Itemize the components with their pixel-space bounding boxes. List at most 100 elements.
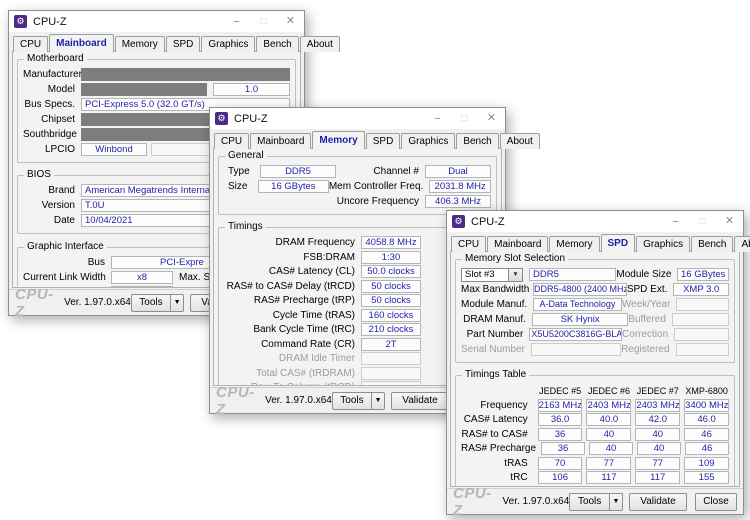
- serial-number-label: Serial Number: [461, 344, 531, 355]
- close-icon[interactable]: ✕: [478, 108, 505, 129]
- module-manuf-label: Module Manuf.: [461, 299, 533, 310]
- slot-select[interactable]: Slot #3▼: [461, 268, 523, 282]
- close-icon[interactable]: ✕: [716, 211, 743, 232]
- timing-value: 50 clocks: [361, 294, 421, 307]
- tools-button[interactable]: Tools: [332, 392, 371, 410]
- version-text: Ver. 1.97.0.x64: [503, 496, 570, 507]
- uncore-frequency-value: 406.3 MHz: [425, 195, 491, 208]
- tab-bench[interactable]: Bench: [691, 236, 733, 252]
- table-row: RAS# Precharge36404046: [461, 442, 729, 455]
- tab-graphics[interactable]: Graphics: [636, 236, 690, 252]
- tab-cpu[interactable]: CPU: [451, 236, 486, 252]
- row-label: tRAS: [461, 458, 534, 469]
- window-title: CPU-Z: [471, 216, 662, 228]
- tools-dropdown-icon[interactable]: ▼: [170, 294, 184, 312]
- timing-label: Command Rate (CR): [224, 339, 361, 350]
- tab-bar: CPU Mainboard Memory SPD Graphics Bench …: [9, 32, 304, 52]
- graphic-interface-group-label: Graphic Interface: [24, 241, 107, 252]
- tab-spd[interactable]: SPD: [166, 36, 201, 52]
- tab-bench[interactable]: Bench: [256, 36, 298, 52]
- timing-value-empty: [361, 381, 421, 386]
- gi-bus-label: Bus: [23, 257, 111, 268]
- tab-cpu[interactable]: CPU: [13, 36, 48, 52]
- bus-specs-label: Bus Specs.: [23, 99, 81, 110]
- tools-button[interactable]: Tools: [131, 294, 170, 312]
- table-row: tRC106117117155: [461, 471, 729, 484]
- close-button[interactable]: Close: [695, 493, 737, 511]
- column-header: JEDEC #5: [538, 386, 583, 396]
- tab-bar: CPU Mainboard Memory SPD Graphics Bench …: [210, 129, 505, 149]
- titlebar[interactable]: ⚙ CPU-Z – □ ✕: [9, 11, 304, 32]
- titlebar[interactable]: ⚙ CPU-Z – □ ✕: [447, 211, 743, 232]
- module-size-label: Module Size: [616, 269, 677, 280]
- timing-label: FSB:DRAM: [224, 252, 361, 263]
- timing-value-empty: [361, 352, 421, 365]
- cell-value: 155: [684, 471, 729, 484]
- bios-date-label: Date: [23, 215, 81, 226]
- maximize-icon[interactable]: □: [250, 11, 277, 32]
- cell-value: 36: [538, 428, 583, 441]
- minimize-icon[interactable]: –: [662, 211, 689, 232]
- week-year-value-empty: [676, 298, 729, 311]
- uncore-frequency-label: Uncore Frequency: [336, 196, 425, 207]
- cell-empty: [685, 486, 729, 488]
- tab-mainboard[interactable]: Mainboard: [487, 236, 548, 252]
- minimize-icon[interactable]: –: [424, 108, 451, 129]
- timing-label: Bank Cycle Time (tRC): [224, 324, 361, 335]
- cell-value: 46.0: [684, 413, 729, 426]
- timing-value: 50.0 clocks: [361, 265, 421, 278]
- tab-mainboard[interactable]: Mainboard: [49, 34, 114, 52]
- timing-label-disabled: DRAM Idle Timer: [224, 353, 361, 364]
- timing-value: 2T: [361, 338, 421, 351]
- close-icon[interactable]: ✕: [277, 11, 304, 32]
- timing-label-disabled: Total CAS# (tRDRAM): [224, 368, 361, 379]
- timing-label: CAS# Latency (CL): [224, 266, 361, 277]
- tab-about[interactable]: About: [300, 36, 340, 52]
- validate-button[interactable]: Validate: [629, 493, 687, 511]
- tools-button[interactable]: Tools: [569, 493, 609, 511]
- tab-mainboard[interactable]: Mainboard: [250, 133, 311, 149]
- dram-manuf-label: DRAM Manuf.: [461, 314, 532, 325]
- timing-label: DRAM Frequency: [224, 237, 361, 248]
- table-row: tRAS707777109: [461, 457, 729, 470]
- cell-value: 106: [538, 471, 583, 484]
- tab-bench[interactable]: Bench: [456, 133, 498, 149]
- tab-memory[interactable]: Memory: [312, 131, 364, 149]
- validate-button[interactable]: Validate: [391, 392, 449, 410]
- titlebar[interactable]: ⚙ CPU-Z – □ ✕: [210, 108, 505, 129]
- registered-label: Registered: [621, 344, 675, 355]
- table-row: CAS# Latency36.040.042.046.0: [461, 413, 729, 426]
- channel-value: Dual: [425, 165, 491, 178]
- maximize-icon[interactable]: □: [451, 108, 478, 129]
- cpuz-window-spd: ⚙ CPU-Z – □ ✕ CPU Mainboard Memory SPD G…: [446, 210, 744, 515]
- version-text: Ver. 1.97.0.x64: [64, 297, 131, 308]
- southbridge-label: Southbridge: [23, 129, 81, 140]
- registered-value-empty: [676, 343, 729, 356]
- cell-value: 40: [586, 428, 631, 441]
- cpuz-logo: CPU-Z: [453, 485, 495, 519]
- tab-memory[interactable]: Memory: [549, 236, 599, 252]
- cell-value: 40: [635, 428, 680, 441]
- chevron-down-icon[interactable]: ▼: [509, 268, 523, 282]
- maximize-icon[interactable]: □: [689, 211, 716, 232]
- tab-spd[interactable]: SPD: [601, 234, 636, 252]
- tab-about[interactable]: About: [500, 133, 540, 149]
- cell-value: 77: [635, 457, 680, 470]
- cell-value: 70: [538, 457, 583, 470]
- mem-size-value: 16 GBytes: [258, 180, 329, 193]
- cell-value: 117: [586, 471, 631, 484]
- tab-about[interactable]: About: [734, 236, 750, 252]
- model-redacted-bar: [81, 83, 207, 96]
- tab-graphics[interactable]: Graphics: [201, 36, 255, 52]
- tab-memory[interactable]: Memory: [115, 36, 165, 52]
- cpuz-app-icon: ⚙: [452, 215, 465, 228]
- tab-graphics[interactable]: Graphics: [401, 133, 455, 149]
- tools-dropdown-icon[interactable]: ▼: [609, 493, 623, 511]
- cell-value: 36: [541, 442, 585, 455]
- correction-value-empty: [674, 328, 729, 341]
- tab-cpu[interactable]: CPU: [214, 133, 249, 149]
- tools-dropdown-icon[interactable]: ▼: [371, 392, 385, 410]
- mem-type-value: DDR5: [260, 165, 336, 178]
- tab-spd[interactable]: SPD: [366, 133, 401, 149]
- minimize-icon[interactable]: –: [223, 11, 250, 32]
